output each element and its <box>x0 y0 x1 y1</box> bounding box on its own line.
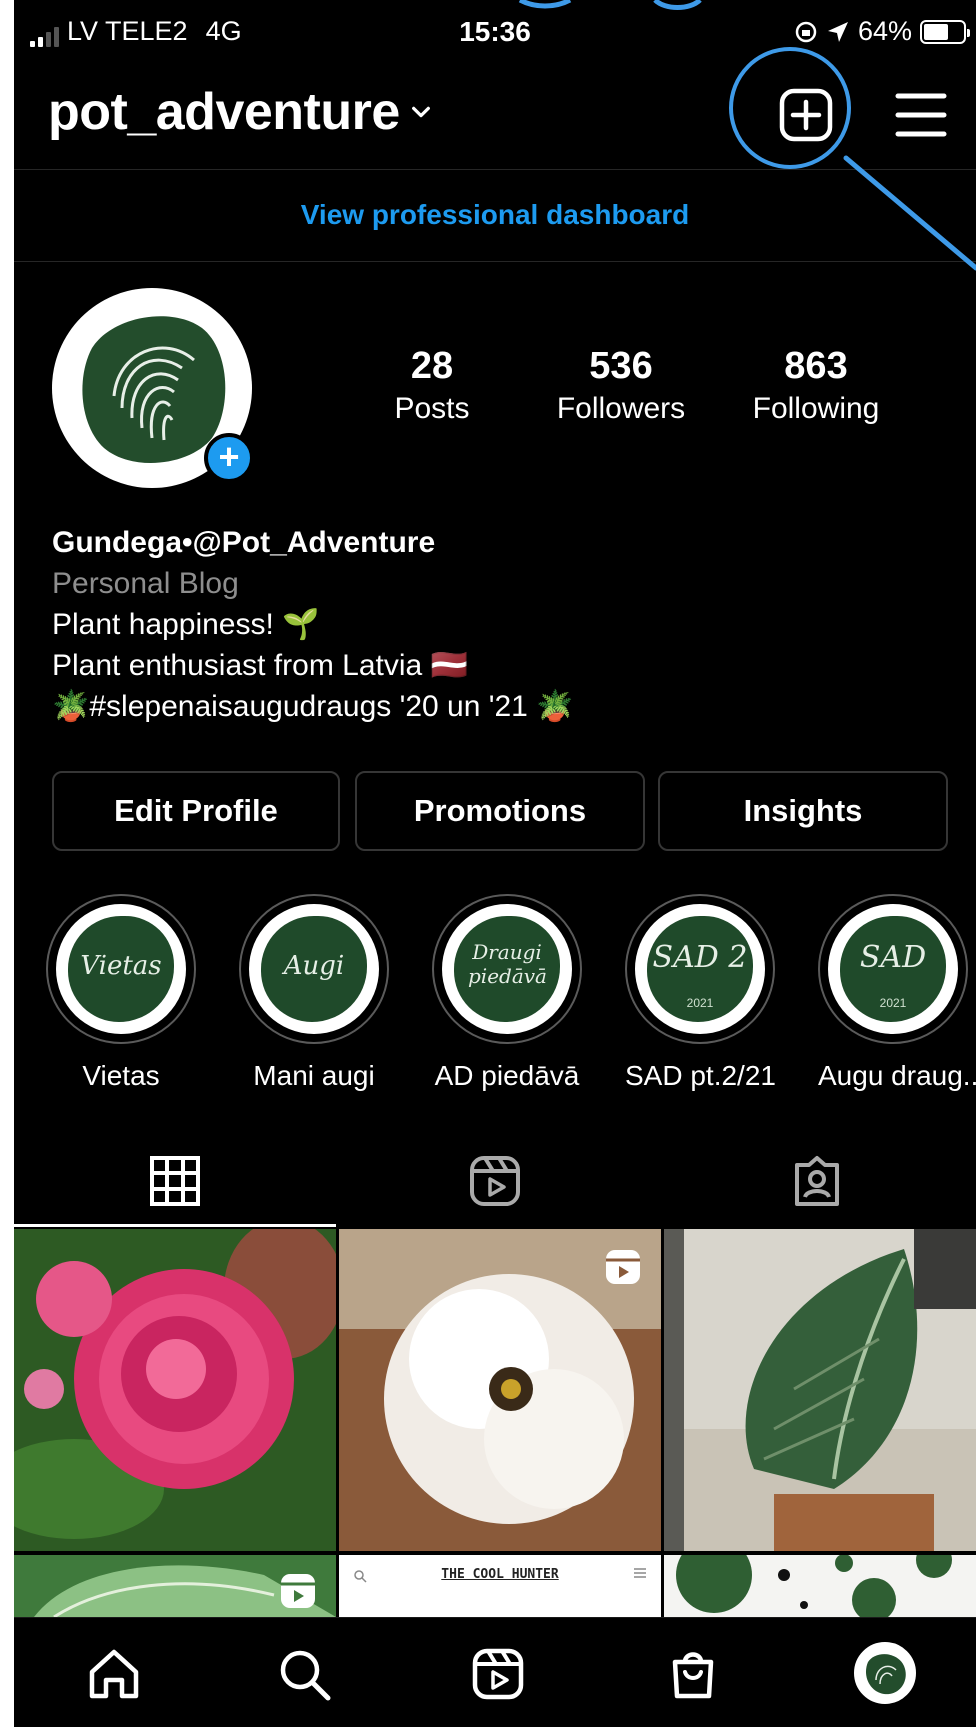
posts-count: 28 <box>410 345 454 387</box>
highlight-cover-text: SAD 2 <box>652 940 748 975</box>
menu-icon <box>634 1568 646 1578</box>
reels-icon[interactable] <box>467 1153 523 1209</box>
highlight-cover-year: 2021 <box>686 996 714 1010</box>
posts-label: Posts <box>394 392 470 425</box>
bio-hashtag-line[interactable]: 🪴#slepenaisaugudraugs '20 un '21 🪴 <box>52 686 574 727</box>
instagram-profile-screen: LV TELE2 4G 15:36 64% pot_adventure View… <box>14 0 976 1727</box>
reel-badge-icon <box>281 1574 315 1608</box>
status-bar: LV TELE2 4G 15:36 64% <box>14 0 976 62</box>
highlight-cover-text: Draugi piedāvā <box>468 940 547 988</box>
highlight-label: Mani augi <box>253 1060 375 1091</box>
following-label: Following <box>752 392 880 425</box>
highlight-cover-text: Vietas <box>80 951 162 981</box>
bio-line: Plant happiness! 🌱 <box>52 608 320 641</box>
menu-icon[interactable] <box>894 90 948 140</box>
highlight-cover-text: SAD <box>859 940 927 975</box>
bio-section: Gundega•@Pot_Adventure Personal Blog Pla… <box>52 522 574 727</box>
account-switcher[interactable]: pot_adventure <box>48 82 432 142</box>
bottom-navigation <box>14 1617 976 1727</box>
following-count: 863 <box>784 345 848 387</box>
insights-button[interactable]: Insights <box>658 771 948 851</box>
story-highlight[interactable]: SAD 2 2021 SAD pt.2/21 <box>625 894 776 1092</box>
highlight-cover-year: 2021 <box>879 996 907 1010</box>
rotation-lock-icon <box>795 21 817 42</box>
highlight-label: Augu draug... <box>818 1060 976 1091</box>
grid-post[interactable] <box>14 1555 336 1617</box>
followers-count: 536 <box>589 345 653 387</box>
grid-post[interactable] <box>664 1229 976 1551</box>
reel-badge-icon <box>606 1250 640 1284</box>
followers-label: Followers <box>556 392 686 425</box>
post-text: THE COOL HUNTER <box>441 1567 559 1582</box>
grid-post[interactable] <box>339 1229 661 1551</box>
highlight-label: Vietas <box>82 1060 160 1091</box>
grid-icon[interactable] <box>147 1153 203 1209</box>
highlight-cover-text: Augi <box>283 951 345 981</box>
add-story-button[interactable]: + <box>204 433 254 483</box>
highlight-label: SAD pt.2/21 <box>625 1060 776 1091</box>
posts-stat[interactable]: 28 Posts <box>367 345 497 426</box>
annotation-circle <box>729 47 851 169</box>
story-highlight[interactable]: Augi Mani augi <box>239 894 389 1092</box>
highlight-label: AD piedāvā <box>434 1060 580 1091</box>
display-name: Gundega•@Pot_Adventure <box>52 526 436 559</box>
edit-profile-button[interactable]: Edit Profile <box>52 771 340 851</box>
shop-icon[interactable] <box>665 1646 721 1702</box>
bio-line: Plant enthusiast from Latvia 🇱🇻 <box>52 649 468 682</box>
professional-dashboard-link[interactable]: View professional dashboard <box>14 171 976 262</box>
active-tab-indicator <box>14 1224 336 1227</box>
reels-icon[interactable] <box>470 1646 526 1702</box>
following-stat[interactable]: 863 Following <box>736 345 896 426</box>
battery-percent: 64% <box>857 16 912 46</box>
story-highlight[interactable]: Draugi piedāvā AD piedāvā <box>432 894 582 1092</box>
story-highlight[interactable]: Vietas Vietas <box>46 894 196 1092</box>
tagged-icon[interactable] <box>789 1153 845 1209</box>
category-label: Personal Blog <box>52 567 239 600</box>
location-icon <box>827 21 848 42</box>
username-title: pot_adventure <box>48 83 400 141</box>
profile-avatar[interactable] <box>854 1642 916 1704</box>
grid-post[interactable] <box>14 1229 336 1551</box>
grid-post[interactable]: THE COOL HUNTER <box>339 1555 661 1617</box>
chevron-down-icon <box>411 106 430 118</box>
home-icon[interactable] <box>86 1646 142 1702</box>
promotions-button[interactable]: Promotions <box>355 771 645 851</box>
battery-icon <box>920 19 970 44</box>
profile-tabs <box>14 1141 976 1225</box>
story-highlight[interactable]: SAD 2021 Augu draug... <box>818 894 976 1092</box>
search-icon[interactable] <box>276 1646 332 1702</box>
grid-post[interactable] <box>664 1555 976 1617</box>
followers-stat[interactable]: 536 Followers <box>541 345 701 426</box>
